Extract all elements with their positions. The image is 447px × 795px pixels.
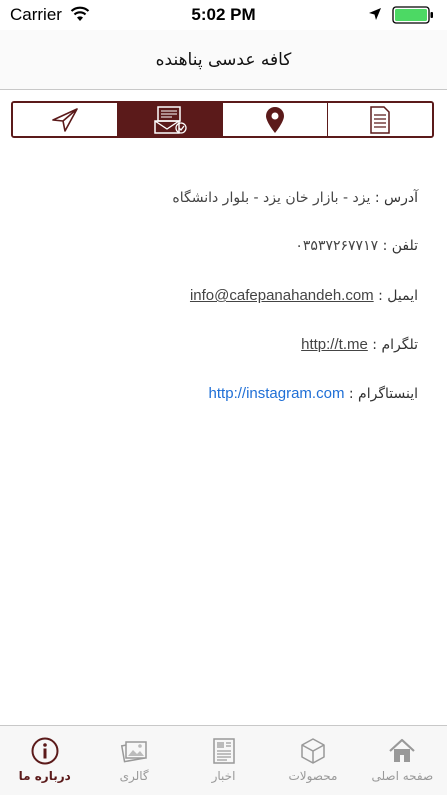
segment-location[interactable] xyxy=(223,103,328,136)
phone-label: تلفن : xyxy=(382,238,418,254)
battery-icon xyxy=(392,6,433,24)
address-label: آدرس : xyxy=(374,190,418,206)
tab-products-label: محصولات xyxy=(288,769,338,783)
tab-about[interactable]: درباره ما xyxy=(0,726,89,795)
address-value: یزد - بازار خان یزد - بلوار دانشگاه xyxy=(172,190,371,206)
tab-home-label: صفحه اصلی xyxy=(371,769,434,783)
info-icon xyxy=(31,737,59,765)
segment-contact[interactable] xyxy=(118,103,223,136)
tab-news[interactable]: اخبار xyxy=(179,726,268,795)
box-icon xyxy=(301,738,325,764)
location-arrow-icon xyxy=(369,8,381,20)
instagram-label: اینستاگرام : xyxy=(348,386,418,402)
gallery-icon xyxy=(121,741,147,763)
page-title: کافه عدسی پناهنده xyxy=(155,50,292,70)
tab-gallery-label: گالری xyxy=(119,769,149,783)
tab-about-label: درباره ما xyxy=(18,769,71,783)
tab-products[interactable]: محصولات xyxy=(268,726,357,795)
location-pin-icon xyxy=(266,106,284,133)
navigation-bar: کافه عدسی پناهنده xyxy=(0,30,447,90)
tab-news-label: اخبار xyxy=(211,769,236,783)
status-bar: Carrier 5:02 PM xyxy=(0,0,447,30)
phone-row: تلفن : ۰۳۵۳۷۲۶۷۷۱۷ xyxy=(295,238,418,254)
tab-gallery[interactable]: گالری xyxy=(89,726,178,795)
laptop-mail-icon xyxy=(154,105,187,134)
segmented-control xyxy=(11,101,434,138)
send-icon xyxy=(52,107,78,132)
home-icon xyxy=(389,738,416,762)
telegram-link[interactable]: http://t.me xyxy=(301,336,368,353)
tab-home[interactable]: صفحه اصلی xyxy=(358,726,447,795)
phone-value[interactable]: ۰۳۵۳۷۲۶۷۷۱۷ xyxy=(295,238,378,254)
telegram-row: تلگرام : http://t.me xyxy=(301,336,418,353)
address-row: آدرس : یزد - بازار خان یزد - بلوار دانشگ… xyxy=(172,190,418,206)
segment-document[interactable] xyxy=(328,103,432,136)
document-icon xyxy=(370,105,390,134)
news-icon xyxy=(212,738,235,764)
instagram-row: اینستاگرام : http://instagram.com xyxy=(209,385,418,402)
telegram-label: تلگرام : xyxy=(372,337,418,353)
email-label: ایمیل : xyxy=(378,288,418,304)
segment-send[interactable] xyxy=(13,103,118,136)
tab-bar: درباره ما گالری اخبار محصولات صفحه اصلی xyxy=(0,725,447,795)
email-link[interactable]: info@cafepanahandeh.com xyxy=(190,287,374,304)
instagram-link[interactable]: http://instagram.com xyxy=(209,385,345,402)
email-row: ایمیل : info@cafepanahandeh.com xyxy=(190,287,418,304)
